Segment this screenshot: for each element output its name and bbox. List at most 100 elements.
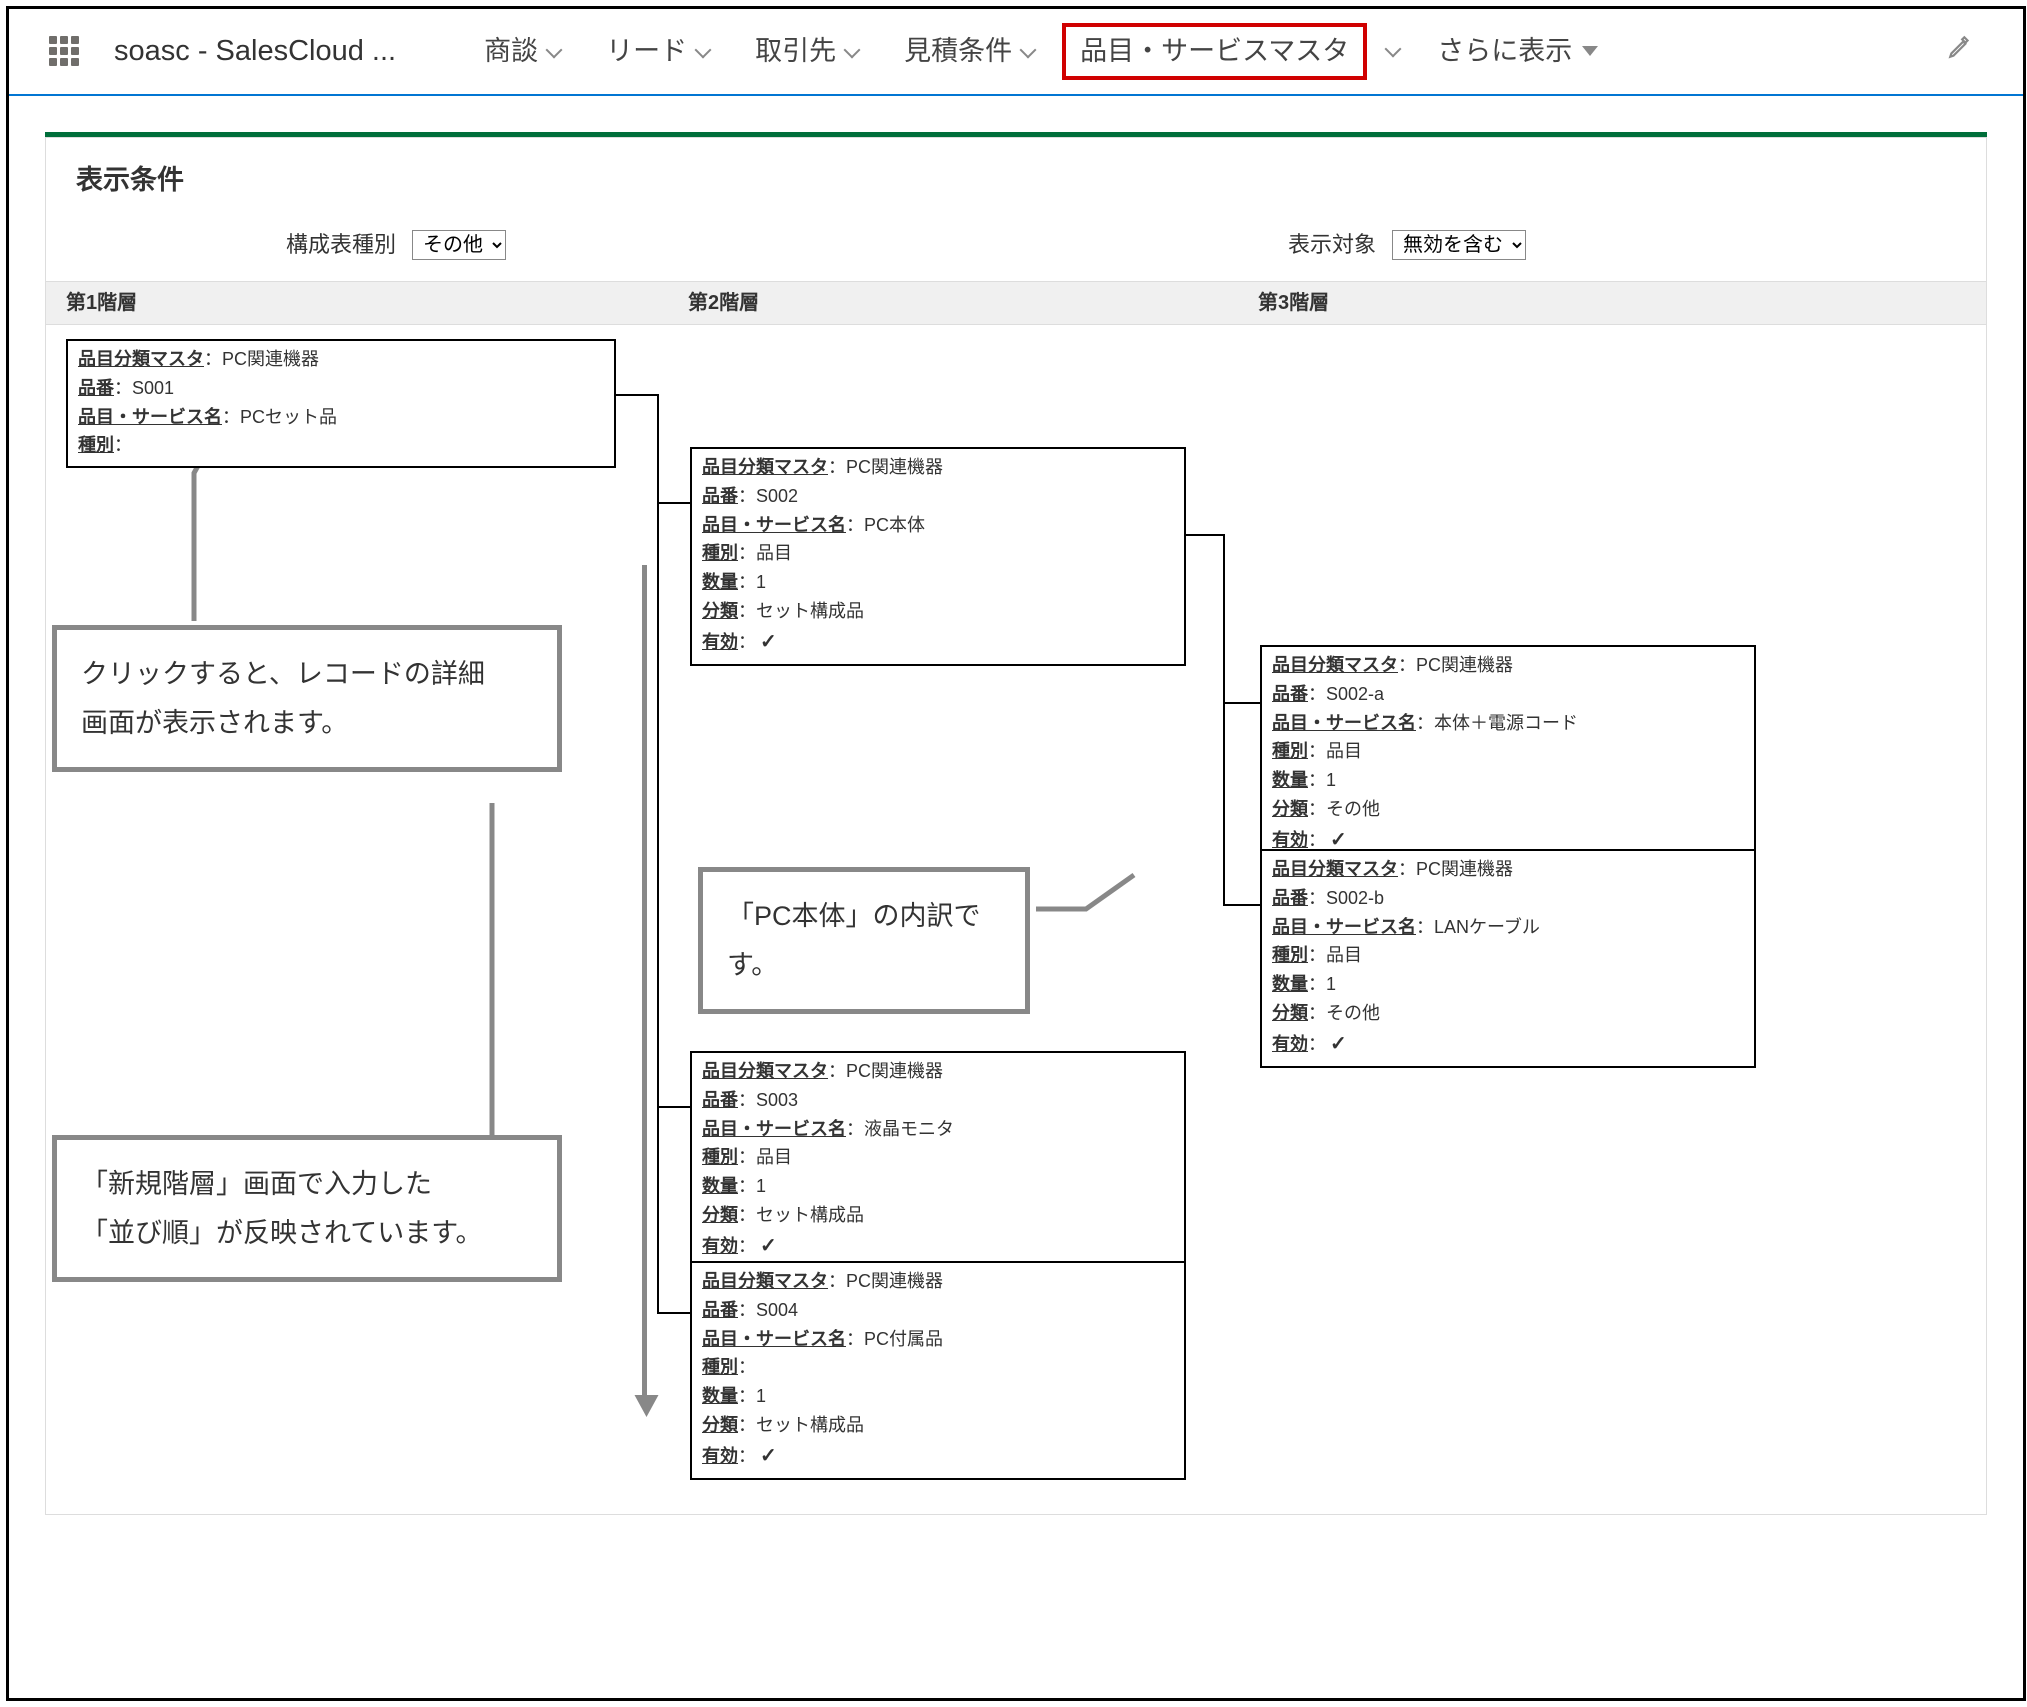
nav-item-lead[interactable]: リード [588, 25, 727, 78]
app-launcher-icon[interactable] [49, 36, 79, 66]
card-field-label: 品目・サービス名 [702, 515, 846, 535]
filter-row: 構成表種別 その他 表示対象 無効を含む [46, 218, 1986, 281]
card-field-label: 品番 [1272, 684, 1308, 704]
hierarchy-card[interactable]: 品目分類マスタ：PC関連機器 品番：S004 品目・サービス名：PC付属品 種別… [690, 1261, 1186, 1480]
filter-type-select[interactable]: その他 [412, 230, 506, 260]
card-field-label: 品目・サービス名 [1272, 917, 1416, 937]
hierarchy-card[interactable]: 品目分類マスタ：PC関連機器 品番：S003 品目・サービス名：液晶モニタ 種別… [690, 1051, 1186, 1270]
nav-item-quote[interactable]: 見積条件 [886, 25, 1052, 78]
card-field-value: S003 [756, 1090, 798, 1110]
card-field-value: セット構成品 [756, 1415, 864, 1435]
nav-label: 見積条件 [904, 31, 1012, 72]
card-field-label: 品目分類マスタ [78, 349, 204, 369]
nav-item-item-master[interactable]: 品目・サービスマスタ [1062, 23, 1367, 80]
card-field-label: 品目分類マスタ [702, 1271, 828, 1291]
card-field-label: 分類 [702, 601, 738, 621]
card-field-value: 品目 [1326, 945, 1362, 965]
callout-detail: クリックすると、レコードの詳細 画面が表示されます。 [52, 625, 562, 772]
chevron-down-icon[interactable] [1387, 35, 1399, 68]
card-field-label: 数量 [702, 572, 738, 592]
tree-area: 品目分類マスタ：PC関連機器 品番：S001 品目・サービス名：PCセット品 種… [46, 325, 1986, 1455]
nav-item-more[interactable]: さらに表示 [1419, 25, 1616, 78]
card-field-label: 数量 [702, 1176, 738, 1196]
card-field-value: LANケーブル [1434, 917, 1540, 937]
card-field-label: 種別 [702, 1147, 738, 1167]
card-field-label: 数量 [1272, 974, 1308, 994]
nav-item-account[interactable]: 取引先 [737, 25, 876, 78]
card-field-label: 種別 [1272, 945, 1308, 965]
hierarchy-card[interactable]: 品目分類マスタ：PC関連機器 品番：S002-b 品目・サービス名：LANケーブ… [1260, 849, 1756, 1068]
card-field-value: 1 [756, 572, 766, 592]
chevron-down-icon [697, 31, 709, 72]
card-field-label: 数量 [702, 1386, 738, 1406]
card-field-label: 有効 [702, 1236, 738, 1256]
sort-arrow-line [642, 565, 647, 1395]
check-icon [756, 632, 777, 652]
callout-breakdown: 「PC本体」の内訳です。 [698, 867, 1030, 1014]
app-window: soasc - SalesCloud ... 商談 リード 取引先 見積条件 品… [6, 6, 2026, 1701]
card-field-label: 分類 [1272, 1003, 1308, 1023]
card-field-label: 有効 [702, 1446, 738, 1466]
nav-label: 取引先 [755, 31, 836, 72]
pencil-icon[interactable] [1947, 34, 1973, 69]
card-field-value: PC関連機器 [846, 1271, 943, 1291]
level-1-header: 第1階層 [66, 288, 688, 318]
nav-label: 商談 [484, 31, 538, 72]
card-field-value: PC関連機器 [1416, 859, 1513, 879]
check-icon [1326, 1034, 1347, 1054]
card-field-label: 品目分類マスタ [1272, 655, 1398, 675]
card-field-label: 分類 [1272, 799, 1308, 819]
card-field-value: S002-b [1326, 888, 1384, 908]
nav-item-opportunity[interactable]: 商談 [466, 25, 578, 78]
card-field-value: PC関連機器 [846, 457, 943, 477]
card-field-label: 有効 [702, 632, 738, 652]
card-field-value: PC関連機器 [1416, 655, 1513, 675]
chevron-down-icon [1022, 31, 1034, 72]
card-field-label: 品番 [1272, 888, 1308, 908]
card-field-value: S002 [756, 486, 798, 506]
top-nav: soasc - SalesCloud ... 商談 リード 取引先 見積条件 品… [9, 9, 2023, 96]
level-2-header: 第2階層 [688, 288, 1258, 318]
filter-target-select[interactable]: 無効を含む [1392, 230, 1526, 260]
card-field-value: 品目 [756, 543, 792, 563]
card-field-label: 品目・サービス名 [702, 1329, 846, 1349]
hierarchy-card[interactable]: 品目分類マスタ：PC関連機器 品番：S002 品目・サービス名：PC本体 種別：… [690, 447, 1186, 666]
card-field-label: 品目分類マスタ [702, 1061, 828, 1081]
card-field-label: 品目分類マスタ [1272, 859, 1398, 879]
card-field-value: S004 [756, 1300, 798, 1320]
callout-sort-order: 「新規階層」画面で入力した 「並び順」が反映されています。 [52, 1135, 562, 1282]
card-field-value: その他 [1326, 1003, 1380, 1023]
card-field-value: 1 [756, 1386, 766, 1406]
card-field-label: 分類 [702, 1205, 738, 1225]
card-field-label: 種別 [702, 543, 738, 563]
app-name: soasc - SalesCloud ... [114, 30, 396, 74]
card-field-value: S002-a [1326, 684, 1384, 704]
card-field-label: 数量 [1272, 770, 1308, 790]
filter-type-label: 構成表種別 [286, 228, 396, 261]
card-field-label: 有効 [1272, 830, 1308, 850]
card-field-label: 種別 [702, 1357, 738, 1377]
card-field-label: 種別 [1272, 741, 1308, 761]
card-field-value: S001 [132, 378, 174, 398]
card-field-label: 品目・サービス名 [1272, 713, 1416, 733]
hierarchy-card[interactable]: 品目分類マスタ：PC関連機器 品番：S001 品目・サービス名：PCセット品 種… [66, 339, 616, 468]
card-field-value: セット構成品 [756, 1205, 864, 1225]
card-field-value: 品目 [756, 1147, 792, 1167]
card-field-value: 品目 [1326, 741, 1362, 761]
nav-label: さらに表示 [1437, 31, 1572, 72]
card-field-value: 1 [756, 1176, 766, 1196]
nav-label: リード [606, 31, 687, 72]
card-field-label: 品番 [78, 378, 114, 398]
check-icon [1326, 830, 1347, 850]
card-field-label: 品番 [702, 1300, 738, 1320]
card-field-value: PC本体 [864, 515, 925, 535]
check-icon [756, 1236, 777, 1256]
hierarchy-card[interactable]: 品目分類マスタ：PC関連機器 品番：S002-a 品目・サービス名：本体＋電源コ… [1260, 645, 1756, 864]
section-title: 表示条件 [46, 138, 1986, 219]
chevron-down-icon [846, 31, 858, 72]
card-field-value: PC付属品 [864, 1329, 943, 1349]
card-field-label: 品目・サービス名 [78, 407, 222, 427]
card-field-value: PCセット品 [240, 407, 337, 427]
card-field-label: 有効 [1272, 1034, 1308, 1054]
card-field-value: その他 [1326, 799, 1380, 819]
